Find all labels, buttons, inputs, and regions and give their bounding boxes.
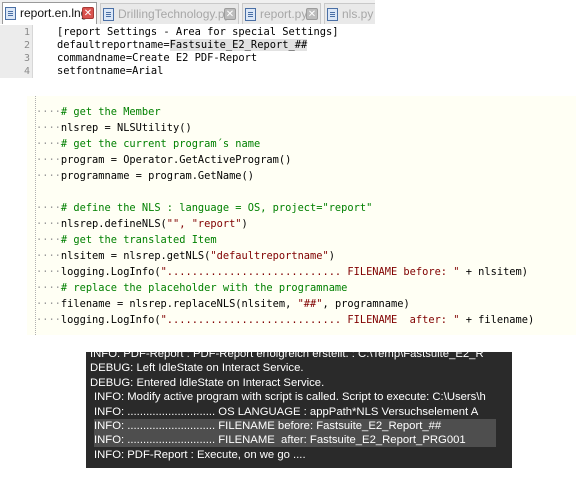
code-text: ) — [328, 250, 335, 262]
code-string: "##" — [297, 298, 323, 310]
indent-guide: ···· — [36, 202, 61, 214]
code-line: ····logging.LogInfo("...................… — [36, 264, 528, 280]
search-highlight: Fastsuite_E2_Report_## — [169, 39, 308, 51]
indent-guide: ···· — [36, 122, 61, 134]
file-icon — [103, 8, 114, 21]
code-text: + nlsitem) — [459, 266, 528, 278]
indent-guide: ···· — [36, 314, 61, 326]
log-line: INFO: PDF-Report : Execute, on we go ...… — [94, 448, 306, 461]
code-line: ····nlsrep.defineNLS("", "report") — [36, 216, 248, 232]
tab-drillingtechnology-py[interactable]: DrillingTechnology.py ✕ — [100, 3, 239, 24]
tab-report-en-lng[interactable]: report.en.lng ✕ — [2, 2, 97, 24]
fold-gutter — [27, 96, 36, 335]
indent-guide: ···· — [36, 106, 61, 118]
editor-line-text: defaultreportname= — [57, 39, 170, 51]
tab-nls-py[interactable]: nls.py — [324, 3, 375, 24]
code-panel: ····# get the Member ····nlsrep = NLSUtil… — [27, 96, 576, 335]
code-comment: # get the current program´s name — [60, 138, 261, 150]
code-text: logging.LogInfo( — [60, 314, 161, 326]
editor-line: defaultreportname=Fastsuite_E2_Report_## — [57, 39, 308, 52]
code-line: ····# replace the placeholder with the p… — [36, 280, 347, 296]
indent-guide: ···· — [36, 266, 61, 278]
code-line: ····programname = program.GetName() — [36, 168, 254, 184]
file-icon — [245, 8, 256, 21]
log-line: INFO: ............................ OS LA… — [94, 405, 479, 418]
indent-guide: ···· — [36, 170, 61, 182]
tab-bar: report.en.lng ✕ DrillingTechnology.py ✕ … — [0, 0, 375, 24]
code-line: ····nlsitem = nlsrep.getNLS("defaultrepo… — [36, 248, 335, 264]
tab-label: report.en.lng — [20, 6, 88, 20]
indent-guide: ···· — [36, 154, 61, 166]
code-text: ) — [241, 218, 248, 230]
code-string: "............................ FILENAME a… — [160, 314, 460, 326]
line-number: 3 — [23, 53, 30, 64]
code-line: ····# get the translated Item — [36, 232, 217, 248]
code-text: programname = program.GetName() — [60, 170, 254, 182]
editor-panel: report.en.lng ✕ DrillingTechnology.py ✕ … — [0, 0, 375, 78]
code-text: nlsrep.defineNLS( — [60, 218, 167, 230]
indent-guide: ···· — [36, 218, 61, 230]
close-icon[interactable]: ✕ — [224, 8, 236, 20]
code-string: "defaultreportname" — [210, 250, 329, 262]
code-comment: # get the translated Item — [60, 234, 217, 246]
code-string: "", "report" — [166, 218, 242, 230]
code-line: ····# define the NLS : language = OS, pr… — [36, 200, 372, 216]
line-number: 4 — [23, 66, 30, 77]
log-console: INFO: PDF-Report : PDF-Report erfolgreic… — [86, 352, 512, 468]
editor-text-area[interactable]: 1 2 3 4 [report Settings - Area for spec… — [0, 25, 375, 78]
log-line-highlighted: INFO: ............................ FILEN… — [94, 419, 496, 433]
code-line: ····nlsrep = NLSUtility() — [36, 120, 192, 136]
tab-label: DrillingTechnology.py — [118, 7, 231, 21]
indent-guide: ···· — [36, 282, 61, 294]
file-icon — [5, 7, 16, 20]
line-number: 1 — [23, 27, 30, 38]
code-comment: # get the Member — [60, 106, 161, 118]
code-comment: # define the NLS : language = OS, projec… — [60, 202, 373, 214]
code-text: nlsitem = nlsrep.getNLS( — [60, 250, 211, 262]
code-text: + filename) — [459, 314, 535, 326]
code-line: ····# get the Member — [36, 104, 161, 120]
tab-label: report.py — [260, 7, 308, 21]
log-line-highlighted: INFO: ............................ FILEN… — [94, 433, 496, 448]
code-text: , programname) — [322, 298, 410, 310]
code-line: ····# get the current program´s name — [36, 136, 260, 152]
log-line: DEBUG: Left IdleState on Interact Servic… — [90, 362, 304, 375]
code-text: program = Operator.GetActiveProgram() — [60, 154, 292, 166]
log-line: DEBUG: Entered IdleState on Interact Ser… — [90, 376, 325, 389]
code-text: logging.LogInfo( — [60, 266, 161, 278]
editor-line: setfontname=Arial — [57, 65, 164, 77]
indent-guide: ···· — [36, 234, 61, 246]
code-text: nlsrep = NLSUtility() — [60, 122, 192, 134]
file-icon — [327, 8, 338, 21]
editor-line: [report Settings - Area for special Sett… — [57, 26, 339, 38]
code-text: filename = nlsrep.replaceNLS(nlsitem, — [60, 298, 298, 310]
close-icon[interactable]: ✕ — [82, 7, 94, 19]
code-comment: # replace the placeholder with the progr… — [60, 282, 348, 294]
close-icon[interactable]: ✕ — [306, 8, 318, 20]
indent-guide: ···· — [36, 138, 61, 150]
code-string: "............................ FILENAME b… — [160, 266, 460, 278]
log-line: INFO: PDF-Report : PDF-Report erfolgreic… — [90, 352, 484, 360]
tab-report-py[interactable]: report.py ✕ — [242, 3, 321, 24]
indent-guide: ···· — [36, 250, 61, 262]
code-line: ····logging.LogInfo("...................… — [36, 312, 534, 328]
log-line: INFO: Modify active program with script … — [94, 391, 486, 404]
indent-guide: ···· — [36, 298, 61, 310]
line-number: 2 — [23, 40, 30, 51]
line-number-gutter: 1 2 3 4 — [0, 25, 33, 78]
code-line: ····program = Operator.GetActiveProgram(… — [36, 152, 291, 168]
code-line: ····filename = nlsrep.replaceNLS(nlsitem… — [36, 296, 410, 312]
tab-label: nls.py — [342, 7, 374, 21]
editor-line: commandname=Create E2 PDF-Report — [57, 52, 258, 64]
